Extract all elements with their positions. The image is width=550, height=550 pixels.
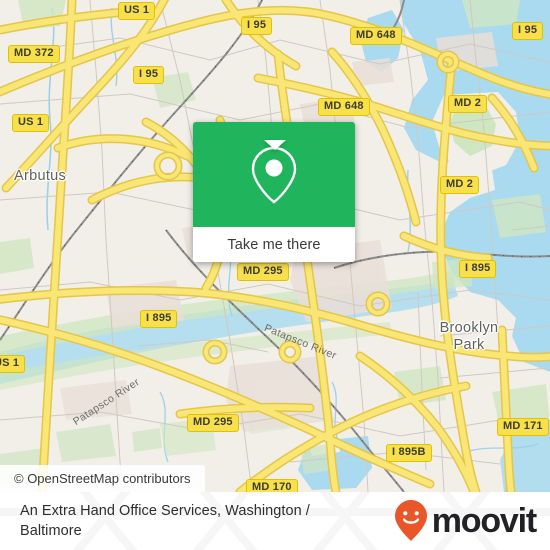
road-shield: I 895B [386, 444, 432, 462]
road-shield: US 1 [0, 355, 26, 373]
osm-attribution-bar[interactable]: © OpenStreetMap contributors [0, 465, 205, 492]
screenshot-root: Arbutus Brooklyn Park Patapsco River Pata… [0, 0, 550, 550]
road-shield: MD 2 [448, 95, 488, 113]
map-pin-outline-icon [251, 146, 297, 204]
road-shield: MD 648 [350, 27, 402, 45]
take-me-there-label: Take me there [227, 236, 321, 253]
moovit-wordmark: moovit [431, 502, 537, 540]
moovit-brand-logo[interactable]: moovit [393, 499, 537, 543]
road-shield: I 95 [241, 17, 273, 35]
footer-bar: An Extra Hand Office Services, Washingto… [0, 492, 550, 550]
page-title: An Extra Hand Office Services, Washingto… [20, 503, 310, 539]
road-shield: I 95 [133, 66, 165, 84]
road-shield: US 1 [118, 2, 156, 20]
popup-tail-arrow [264, 140, 286, 150]
road-shield: I 895 [459, 260, 497, 278]
road-shield: MD 295 [237, 263, 289, 281]
place-label-line2: Park [453, 337, 485, 353]
road-shield: MD 2 [440, 176, 480, 194]
road-shield: MD 170 [246, 479, 298, 492]
road-shield: I 895 [140, 310, 178, 328]
map-canvas[interactable]: Arbutus Brooklyn Park Patapsco River Pata… [0, 0, 550, 492]
popup-green-header [193, 122, 355, 227]
moovit-smiley-pin-icon [394, 500, 427, 541]
road-shield: MD 295 [187, 414, 239, 432]
place-label-line1: Brooklyn [439, 320, 499, 336]
road-shield: MD 648 [318, 98, 370, 116]
place-label-brooklyn-park: Brooklyn Park [424, 320, 514, 354]
osm-attribution-text: © OpenStreetMap contributors [14, 471, 191, 486]
place-label-arbutus: Arbutus [14, 168, 67, 184]
road-shield: MD 372 [8, 45, 60, 63]
road-shield: US 1 [12, 114, 50, 132]
road-shield: MD 171 [497, 418, 549, 436]
take-me-there-button[interactable]: Take me there [193, 227, 355, 262]
footer-content: An Extra Hand Office Services, Washingto… [0, 492, 550, 550]
road-shield: I 95 [512, 22, 544, 40]
